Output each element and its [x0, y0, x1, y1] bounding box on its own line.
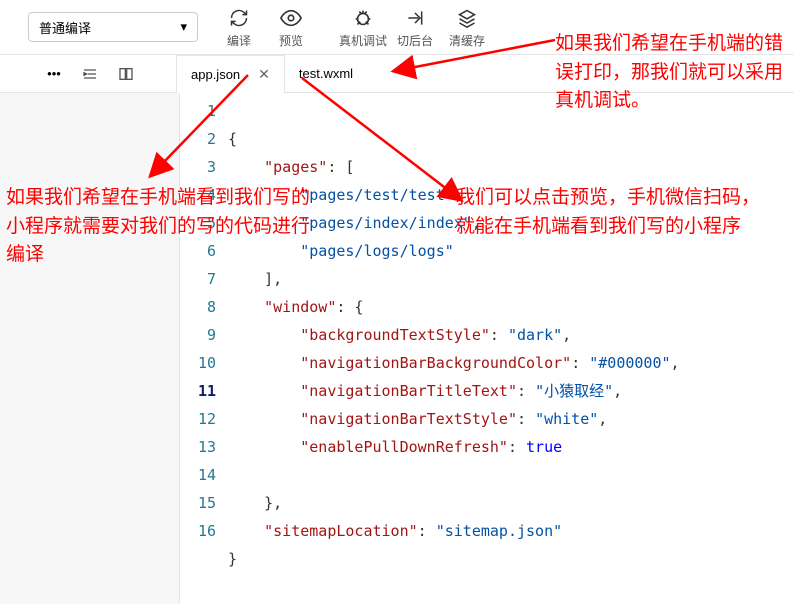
- tab-app-json[interactable]: app.json ✕: [176, 55, 285, 93]
- close-icon[interactable]: ✕: [258, 66, 270, 83]
- clear-cache-button[interactable]: 清缓存: [441, 0, 493, 55]
- split-icon[interactable]: [112, 60, 140, 88]
- editor-area: 1234 5678 9101112 13141516 { "pages": [ …: [0, 93, 794, 604]
- more-icon[interactable]: •••: [40, 60, 68, 88]
- code-content[interactable]: { "pages": [ "pages/test/test", "pages/i…: [228, 97, 794, 604]
- line-gutter: 1234 5678 9101112 13141516: [180, 97, 228, 604]
- preview-button[interactable]: 预览: [265, 0, 317, 55]
- indent-icon[interactable]: [76, 60, 104, 88]
- switch-background-icon: [403, 6, 427, 30]
- file-explorer-panel[interactable]: [0, 93, 180, 604]
- compile-button[interactable]: 编译: [213, 0, 265, 55]
- code-editor[interactable]: 1234 5678 9101112 13141516 { "pages": [ …: [180, 93, 794, 604]
- bug-icon: [351, 6, 375, 30]
- refresh-icon: [227, 6, 251, 30]
- chevron-down-icon: ▾: [180, 19, 187, 35]
- eye-icon: [279, 6, 303, 30]
- compile-mode-label: 普通编译: [39, 18, 91, 37]
- tab-bar: ••• app.json ✕ test.wxml: [0, 55, 794, 93]
- remote-debug-button[interactable]: 真机调试: [337, 0, 389, 55]
- layers-icon: [455, 6, 479, 30]
- main-toolbar: 普通编译 ▾ 编译 预览 真机调试 切后台 清缓存: [0, 0, 794, 55]
- tab-test-wxml[interactable]: test.wxml: [285, 55, 368, 93]
- background-button[interactable]: 切后台: [389, 0, 441, 55]
- compile-mode-select[interactable]: 普通编译 ▾: [28, 12, 198, 42]
